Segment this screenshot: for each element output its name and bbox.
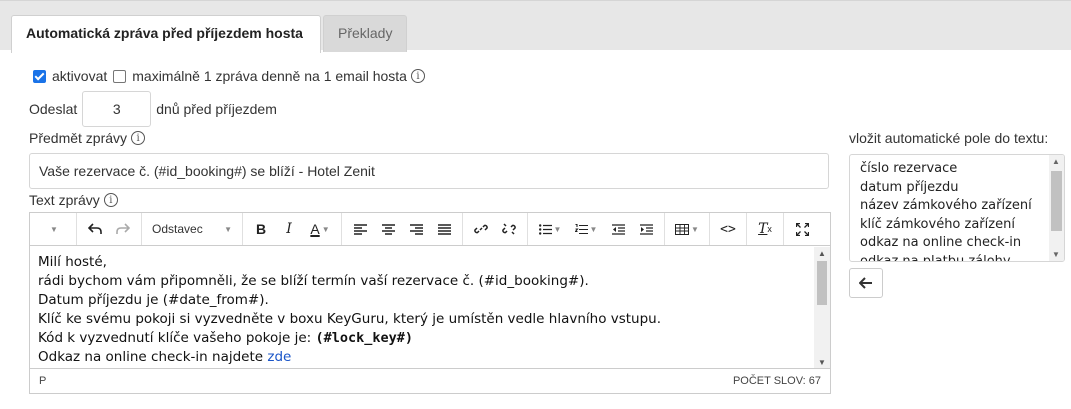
fields-label: vložit automatické pole do textu: — [849, 130, 1049, 146]
body-line: Datum příjezdu je (#date_from#). — [38, 292, 269, 308]
scroll-up-icon[interactable]: ▲ — [1052, 157, 1060, 166]
body-line: Klíč ke svému pokoji si vyzvedněte v box… — [38, 311, 662, 327]
link-icon[interactable] — [467, 217, 495, 241]
lock-key-placeholder: (#lock_key#) — [315, 330, 414, 346]
body-line: Milí hosté, — [38, 254, 107, 270]
toolbar-group-style: Odstavec ▼ — [142, 213, 243, 245]
outdent-icon[interactable] — [604, 217, 632, 241]
align-justify-icon[interactable] — [430, 217, 458, 241]
unlink-icon[interactable] — [495, 217, 523, 241]
send-suffix: dnů před příjezdem — [156, 101, 277, 117]
field-option[interactable]: datum příjezdu — [860, 179, 1054, 198]
indent-icon[interactable] — [632, 217, 660, 241]
editor-content[interactable]: Milí hosté, rádi bychom vám připomněli, … — [30, 247, 816, 369]
rich-text-editor: ▼ Odstavec ▼ B I A ▼ ▼ ▼ ▼ <> T x Milí h… — [29, 212, 831, 394]
field-option[interactable]: odkaz na platbu zálohy — [860, 253, 1054, 262]
field-option[interactable]: číslo rezervace — [860, 160, 1054, 179]
redo-icon[interactable] — [109, 217, 137, 241]
subject-input[interactable]: Vaše rezervace č. (#id_booking#) se blíž… — [29, 153, 829, 189]
numbered-list-icon[interactable]: ▼ — [568, 217, 604, 241]
scroll-up-icon[interactable]: ▲ — [818, 249, 826, 258]
toolbar-group-code: <> — [710, 213, 747, 245]
days-input[interactable]: 3 — [82, 91, 152, 127]
body-label: Text zprávy — [29, 192, 100, 208]
block-style-select[interactable]: Odstavec ▼ — [146, 222, 238, 236]
italic-icon[interactable]: I — [275, 217, 303, 241]
editor-statusbar: P POČET SLOV: 67 — [30, 368, 830, 393]
auto-fields-list[interactable]: číslo rezervace datum příjezdu název zám… — [849, 154, 1065, 262]
activate-label: aktivovat — [52, 68, 108, 84]
toolbar-group-menu: ▼ — [30, 213, 77, 245]
subject-label-row: Předmět zprávy i — [29, 130, 146, 146]
fullscreen-icon[interactable] — [788, 217, 816, 241]
field-option[interactable]: klíč zámkového zařízení — [860, 216, 1054, 235]
table-icon[interactable]: ▼ — [669, 217, 705, 241]
scroll-down-icon[interactable]: ▼ — [818, 358, 826, 367]
field-option[interactable]: název zámkového zařízení — [860, 197, 1054, 216]
toolbar-group-lists: ▼ ▼ — [528, 213, 665, 245]
arrow-left-icon — [859, 277, 872, 289]
toolbar-group-format: B I A ▼ — [243, 213, 342, 245]
editor-toolbar: ▼ Odstavec ▼ B I A ▼ ▼ ▼ ▼ <> T x — [30, 213, 830, 246]
bold-icon[interactable]: B — [247, 217, 275, 241]
source-code-icon[interactable]: <> — [714, 217, 742, 241]
align-right-icon[interactable] — [402, 217, 430, 241]
body-line: Odkaz na online check-in najdete zde — [38, 348, 808, 367]
scrollbar-thumb[interactable] — [1051, 171, 1062, 231]
chevron-down-icon: ▼ — [224, 224, 232, 234]
toolbar-group-clear: Tx — [747, 213, 784, 245]
checkin-text: Odkaz na online check-in najdete — [38, 349, 268, 365]
activate-checkbox[interactable] — [33, 69, 46, 83]
body-line: rádi bychom vám připomněli, že se blíží … — [38, 273, 589, 289]
clear-formatting-icon[interactable]: Tx — [751, 217, 779, 241]
block-style-value: Odstavec — [152, 222, 203, 236]
toolbar-group-align — [342, 213, 463, 245]
undo-icon[interactable] — [81, 217, 109, 241]
send-prefix: Odeslat — [29, 101, 78, 117]
tab-translations[interactable]: Překlady — [323, 15, 407, 52]
fields-scrollbar[interactable]: ▲ ▼ — [1049, 155, 1064, 261]
tab-bar: Automatická zpráva před příjezdem hosta … — [0, 0, 1071, 53]
editor-scrollbar[interactable]: ▲ ▼ — [814, 247, 830, 369]
field-option[interactable]: odkaz na online check-in — [860, 234, 1054, 253]
bullet-list-icon[interactable]: ▼ — [532, 217, 568, 241]
tab-auto-message[interactable]: Automatická zpráva před příjezdem hosta — [11, 15, 321, 53]
scroll-down-icon[interactable]: ▼ — [1052, 250, 1060, 259]
toolbar-group-history — [77, 213, 142, 245]
align-left-icon[interactable] — [346, 217, 374, 241]
word-count: POČET SLOV: 67 — [732, 375, 821, 387]
subject-label: Předmět zprávy — [29, 130, 128, 146]
checkin-link[interactable]: zde — [267, 349, 291, 365]
lock-key-prefix: Kód k vyzvednutí klíče vašeho pokoje je: — [38, 330, 316, 346]
toolbar-group-link — [463, 213, 528, 245]
element-path[interactable]: P — [39, 375, 46, 387]
body-line: Kód k vyzvednutí klíče vašeho pokoje je:… — [38, 329, 808, 348]
info-icon[interactable]: i — [131, 131, 146, 145]
toolbar-group-table: ▼ — [665, 213, 710, 245]
scrollbar-thumb[interactable] — [817, 261, 827, 305]
send-days-row: Odeslat 3 dnů před příjezdem — [29, 91, 277, 127]
toolbar-group-fullscreen — [784, 213, 820, 245]
text-color-icon[interactable]: A ▼ — [303, 217, 337, 241]
menu-dropdown-button[interactable]: ▼ — [34, 217, 72, 241]
align-center-icon[interactable] — [374, 217, 402, 241]
insert-field-button[interactable] — [849, 268, 883, 298]
limit-label: maximálně 1 zpráva denně na 1 email host… — [132, 68, 407, 84]
options-row: aktivovat maximálně 1 zpráva denně na 1 … — [33, 68, 425, 84]
info-icon[interactable]: i — [410, 69, 425, 83]
info-icon[interactable]: i — [103, 193, 118, 207]
limit-checkbox[interactable] — [113, 69, 127, 83]
body-label-row: Text zprávy i — [29, 192, 118, 208]
